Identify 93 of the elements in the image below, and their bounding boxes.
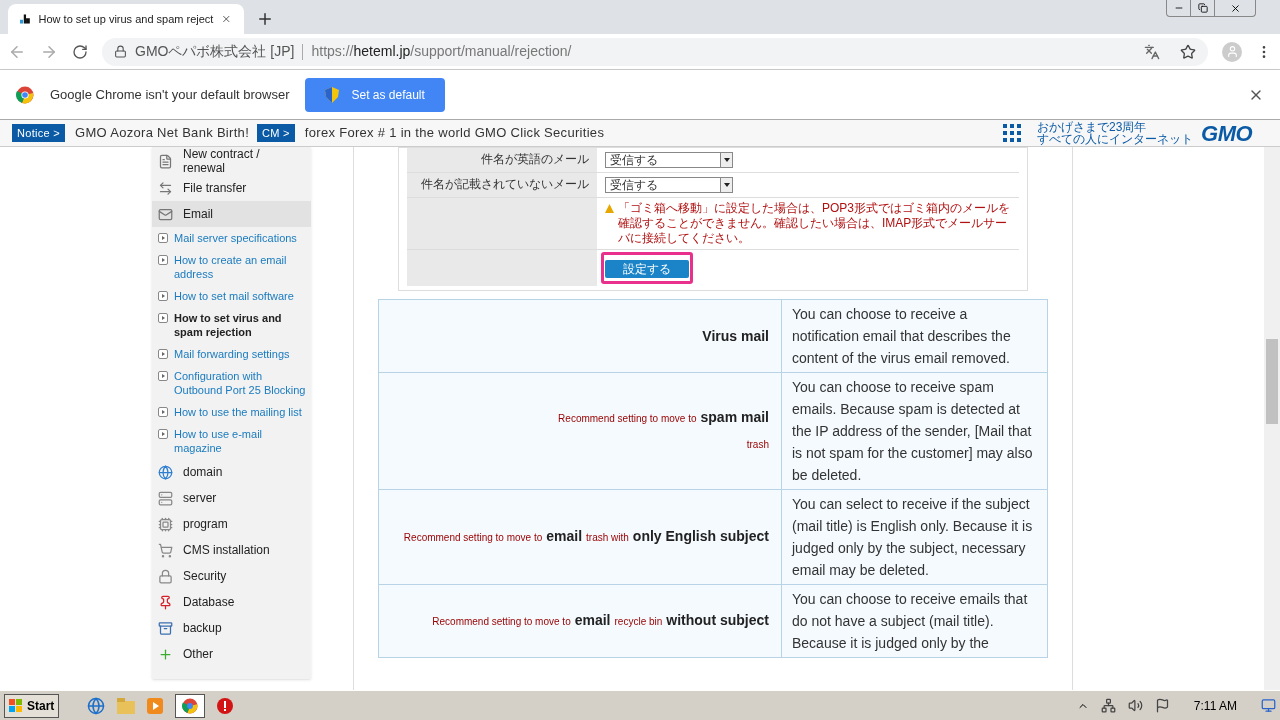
- sidebar-link[interactable]: How to set virus and spam rejection: [152, 307, 311, 343]
- network-icon: [1100, 698, 1116, 713]
- setting-cell: Recommend setting to move to spam mail trash: [378, 372, 782, 490]
- chrome-logo-icon: [182, 697, 199, 714]
- restore-icon: [1197, 3, 1208, 13]
- infobar-message: Google Chrome isn't your default browser: [50, 85, 290, 104]
- sidebar-item[interactable]: Email: [152, 201, 311, 227]
- play-square-icon: [158, 291, 168, 301]
- close-icon: [1229, 2, 1241, 14]
- lock-icon: [158, 568, 173, 584]
- play-square-icon: [158, 233, 168, 243]
- sidebar-link[interactable]: How to create an email address: [152, 249, 311, 285]
- play-square-icon: [158, 407, 168, 417]
- archive-icon: [158, 620, 173, 636]
- description-cell: You can choose to receive a notification email that describes the content of the virus email removed.: [781, 299, 1048, 373]
- sidebar-item[interactable]: New contract / renewal: [152, 147, 311, 175]
- logo-tagline: すべての人にインターネット: [1037, 133, 1194, 145]
- mail-icon: [158, 206, 173, 222]
- ticker-badge[interactable]: CM >: [257, 123, 295, 143]
- ticker-text[interactable]: GMO Aozora Net Bank Birth!: [75, 123, 250, 143]
- dots-grid-icon: [1003, 124, 1022, 142]
- sidebar-link[interactable]: Mail server specifications: [152, 227, 311, 249]
- description-cell: You can choose to receive spam emails. Because spam is detected at the IP address of the sender, [Mail that is not spam for the customer] may also be deleted.: [781, 372, 1048, 490]
- plus-icon: [158, 646, 173, 662]
- browser-icon: [87, 696, 106, 715]
- chip-icon: [158, 516, 173, 532]
- chrome-logo-icon: [16, 85, 34, 104]
- sidebar-item[interactable]: backup: [152, 615, 311, 641]
- play-square-icon: [158, 371, 168, 381]
- submit-button[interactable]: 設定する: [605, 260, 689, 278]
- browser-tab[interactable]: How to set up virus and spam reject: [8, 4, 244, 34]
- document-icon: [158, 153, 173, 169]
- play-square-icon: [158, 429, 168, 439]
- globe-icon: [158, 464, 173, 480]
- sidebar-item[interactable]: File transfer: [152, 175, 311, 201]
- tab-title: How to set up virus and spam reject: [38, 11, 214, 27]
- description-cell: You can choose to receive emails that do not have a subject (mail title). Because it is judged only by the: [781, 584, 1048, 658]
- logo-tagline: おかげさまで23周年: [1037, 121, 1148, 133]
- warning-text: 「ゴミ箱へ移動」に設定した場合は、POP3形式ではゴミ箱内のメールを確認することができません。確認したい場合は、IMAP形式でメールサーバに接続してください。: [618, 201, 1011, 246]
- sidebar-item[interactable]: domain: [152, 459, 311, 485]
- sidebar-item[interactable]: program: [152, 511, 311, 537]
- taskbar-app-button[interactable]: [175, 693, 206, 718]
- transfer-icon: [158, 180, 173, 196]
- pin-icon: [158, 594, 173, 610]
- sidebar-item[interactable]: Security: [152, 563, 311, 589]
- warning-icon: [605, 204, 614, 213]
- translate-icon: [1144, 43, 1160, 60]
- ticker-text[interactable]: forex Forex # 1 in the world GMO Click Securities: [304, 123, 605, 143]
- windows-logo-icon: [9, 698, 23, 713]
- ticker-badge[interactable]: Notice >: [12, 123, 66, 143]
- url-text: https://heteml.jp/support/manual/rejection/: [311, 42, 572, 61]
- site-owner: GMOペパボ株式会社 [JP]: [135, 42, 295, 61]
- show-desktop-icon: [1261, 698, 1276, 713]
- set-default-button[interactable]: Set as default: [305, 77, 445, 112]
- new-tab-icon: [256, 10, 274, 28]
- form-label: 件名が英語のメール: [407, 148, 597, 172]
- site-logo-icon: [20, 13, 31, 25]
- bookmark-star-icon: [1180, 43, 1196, 60]
- flag-icon: [1154, 698, 1170, 713]
- play-square-icon: [158, 255, 168, 265]
- form-label: 件名が記載されていないメール: [407, 173, 597, 197]
- start-button[interactable]: Start: [4, 693, 60, 718]
- sidebar-link[interactable]: Mail forwarding settings: [152, 343, 311, 365]
- volume-icon: [1127, 698, 1143, 713]
- folder-icon: [117, 697, 136, 714]
- clock: 7:11 AM: [1193, 697, 1237, 715]
- select-field[interactable]: 受信する: [605, 152, 733, 168]
- server-icon: [158, 490, 173, 506]
- lock-icon: [114, 45, 127, 58]
- sidebar-link[interactable]: Configuration with Outbound Port 25 Blocking: [152, 365, 311, 401]
- setting-cell: Recommend setting to move to email recycle bin without subject: [378, 584, 782, 658]
- select-field[interactable]: 受信する: [605, 177, 733, 193]
- gmo-logo: GMO: [1201, 119, 1252, 148]
- sidebar-link[interactable]: How to use e-mail magazine: [152, 423, 311, 459]
- sidebar-link[interactable]: How to set mail software: [152, 285, 311, 307]
- alert-icon: [217, 697, 234, 714]
- shield-icon: [325, 86, 340, 103]
- description-cell: You can select to receive if the subject (mail title) is English only. Because it is judged only by the subject, necessary email may be deleted.: [781, 489, 1048, 585]
- address-field[interactable]: GMOペパボ株式会社 [JP] https://heteml.jp/support/manual/rejection/: [102, 37, 1208, 66]
- scrollbar[interactable]: [1264, 147, 1280, 690]
- sidebar-link[interactable]: How to use the mailing list: [152, 401, 311, 423]
- setting-cell: Recommend setting to move to email trash with only English subject: [378, 489, 782, 585]
- media-player-icon: [147, 697, 164, 714]
- cart-icon: [158, 542, 173, 558]
- profile-avatar[interactable]: [1222, 41, 1242, 62]
- sidebar-item[interactable]: Other: [152, 641, 311, 667]
- sidebar-item[interactable]: Database: [152, 589, 311, 615]
- sidebar-item[interactable]: CMS installation: [152, 537, 311, 563]
- play-square-icon: [158, 313, 168, 323]
- reload-icon: [72, 43, 88, 60]
- sidebar-item[interactable]: server: [152, 485, 311, 511]
- setting-cell: Virus mail: [378, 299, 782, 373]
- play-square-icon: [158, 349, 168, 359]
